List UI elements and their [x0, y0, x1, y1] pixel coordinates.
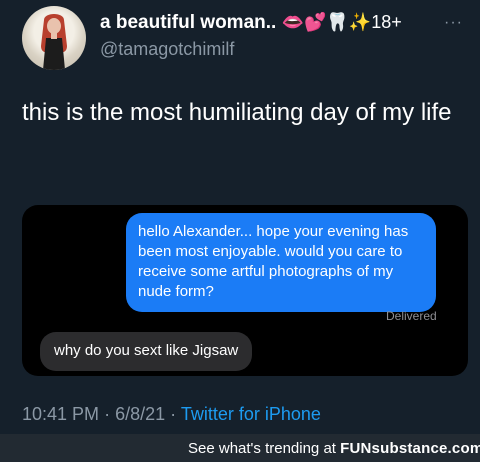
footer-text: See what's trending at FUNsubstance.com — [188, 440, 480, 457]
name-emojis: 👄💕🦷✨18+ — [281, 12, 402, 32]
footer-brand[interactable]: FUNsubstance.com — [340, 440, 480, 457]
tweet-source-link[interactable]: Twitter for iPhone — [181, 404, 321, 424]
display-name[interactable]: a beautiful woman.. 👄💕🦷✨18+ — [100, 12, 402, 34]
user-handle[interactable]: @tamagotchimilf — [100, 39, 234, 60]
tweet-media-screenshot[interactable]: hello Alexander... hope your evening has… — [22, 205, 468, 376]
tweet-header: a beautiful woman.. 👄💕🦷✨18+ @tamagotchim… — [0, 0, 480, 80]
more-options-icon[interactable]: ··· — [444, 14, 463, 32]
tweet-text: this is the most humiliating day of my l… — [22, 99, 452, 126]
tweet-date[interactable]: 6/8/21 — [115, 404, 165, 424]
tweet-time[interactable]: 10:41 PM — [22, 404, 99, 424]
sent-message-bubble: hello Alexander... hope your evening has… — [126, 213, 436, 312]
delivered-status: Delivered — [386, 309, 437, 323]
display-name-text[interactable]: a beautiful woman.. — [100, 12, 276, 33]
watermark-footer: See what's trending at FUNsubstance.com — [0, 434, 480, 462]
profile-avatar[interactable] — [22, 6, 86, 70]
received-message-bubble: why do you sext like Jigsaw — [40, 332, 253, 371]
tweet-metadata: 10:41 PM · 6/8/21 · Twitter for iPhone — [22, 404, 321, 425]
meta-separator: · — [170, 404, 177, 424]
meta-separator: · — [104, 404, 111, 424]
footer-prefix: See what's trending at — [188, 440, 341, 457]
